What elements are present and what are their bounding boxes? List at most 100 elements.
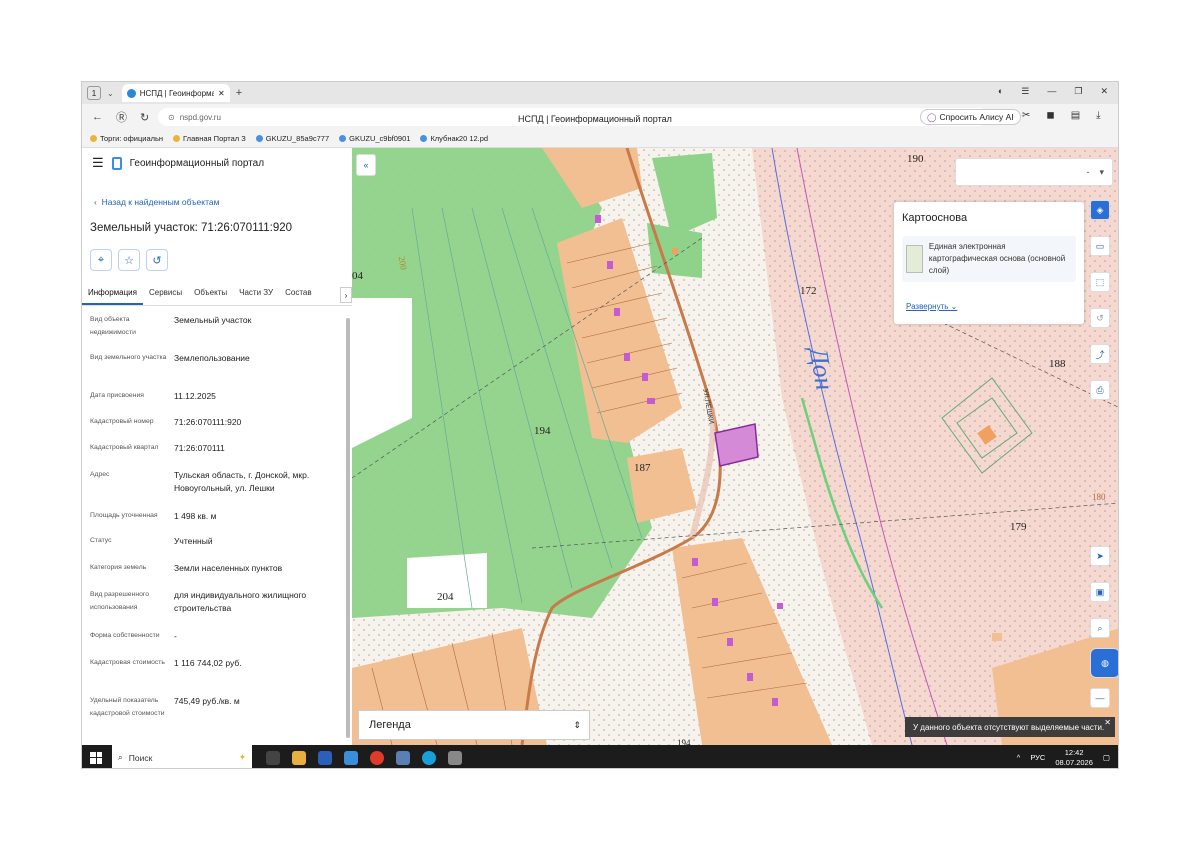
reload-icon[interactable]: ↻ <box>140 111 154 124</box>
clock[interactable]: 12:42 08.07.2026 <box>1055 748 1093 768</box>
back-to-results-link[interactable]: ‹ Назад к найденным объектам <box>94 197 219 207</box>
tab-information[interactable]: Информация <box>82 284 143 305</box>
notifications-icon[interactable]: ▢ <box>1103 753 1110 762</box>
bookmark-item[interactable]: GKUZU_c9bf0901 <box>339 134 410 143</box>
tab-objects[interactable]: Объекты <box>188 284 233 305</box>
file-explorer-icon[interactable] <box>292 750 306 765</box>
tab-services[interactable]: Сервисы <box>143 284 188 305</box>
parcel-number: 190 <box>907 153 924 165</box>
map-tool-button[interactable]: ◈ <box>1090 200 1110 220</box>
tab-parts[interactable]: Части ЗУ <box>233 284 279 305</box>
minimap-button[interactable]: ▣ <box>1090 582 1110 602</box>
ask-alice-button[interactable]: ◯ Спросить Алису AI <box>920 109 1021 125</box>
legend-dropdown[interactable]: Легенда ⇕ <box>358 710 590 740</box>
basemap-search-field[interactable]: - ▾ <box>955 158 1113 186</box>
extensions-icon[interactable]: ✂ <box>1022 110 1030 121</box>
task-view-icon[interactable] <box>266 750 280 765</box>
clear-icon[interactable]: - <box>1086 167 1089 177</box>
chevron-up-icon[interactable]: ^ <box>1017 753 1021 762</box>
chevron-down-icon[interactable]: ▾ <box>1099 167 1104 178</box>
navigation-icon: ➤ <box>1096 550 1104 561</box>
history-icon: ↺ <box>1096 312 1104 323</box>
new-tab-icon[interactable]: + <box>236 87 242 99</box>
edge-icon[interactable] <box>422 750 436 765</box>
menu-icon[interactable]: ☰ <box>1021 86 1029 97</box>
property-value: 71:26:070111 <box>174 443 225 453</box>
word-icon[interactable] <box>318 750 332 765</box>
reader-icon[interactable]: ▤ <box>1071 110 1080 121</box>
bookmark-item[interactable]: GKUZU_85a9c777 <box>255 134 329 143</box>
bookmark-icon <box>90 135 97 142</box>
expand-link[interactable]: Развернуть ⌄ <box>906 302 957 311</box>
language-indicator[interactable]: РУС <box>1030 753 1045 762</box>
geolocation-button[interactable]: ➤ <box>1090 546 1110 566</box>
property-value: 71:26:070111:920 <box>174 417 242 427</box>
assistant-button[interactable]: ◍ <box>1090 648 1118 678</box>
tab-counter[interactable]: 1 <box>87 86 101 100</box>
property-label: Кадастровый номер <box>90 418 154 425</box>
property-value: 745,49 руб./кв. м <box>174 696 240 706</box>
download-icon[interactable]: ⤓ <box>1096 110 1100 121</box>
property-row: Дата присвоения 11.12.2025 <box>90 390 340 403</box>
zoom-out-button[interactable]: — <box>1090 688 1110 708</box>
profile-icon[interactable]: ◐ <box>998 86 1003 97</box>
legend-label: Легенда <box>369 719 411 731</box>
restore-icon[interactable]: ❐ <box>1074 86 1082 97</box>
parcel-number: 180 <box>1092 492 1106 502</box>
parcel-number: 200 <box>396 255 409 271</box>
print-button[interactable]: ⎙ <box>1090 380 1110 400</box>
share-button[interactable]: ⤴ <box>1090 344 1110 364</box>
browser-window: 1 ⌄ НСПД | Геоинформаци ✕ + ◐ ☰ — ❐ ✕ ← … <box>81 81 1119 769</box>
history-button[interactable]: ↺ <box>146 249 168 271</box>
shield-icon[interactable]: ◼ <box>1046 110 1054 121</box>
property-row: Категория земель Земли населенных пунктов <box>90 562 340 575</box>
tab-title: НСПД | Геоинформаци <box>139 88 214 98</box>
windows-start-icon[interactable] <box>90 751 102 764</box>
locate-on-map-button[interactable]: ⌖ <box>90 249 112 271</box>
object-title: Земельный участок: 71:26:070111:920 <box>90 222 293 234</box>
bookmark-label: Клубнак20 12.pd <box>430 134 489 143</box>
search-map-button[interactable]: ⌕ <box>1090 618 1110 638</box>
bookmark-item[interactable]: Клубнак20 12.pd <box>420 134 488 143</box>
search-label: Поиск <box>128 752 153 763</box>
basemap-panel: Картооснова Единая электронная картограф… <box>894 202 1084 324</box>
calculator-icon[interactable] <box>396 750 410 765</box>
property-row: Вид объекта недвижимости Земельный участо… <box>90 314 340 339</box>
tabs-scroll-right-icon[interactable]: › <box>340 287 352 303</box>
tabs-chevron-icon[interactable]: ⌄ <box>107 89 114 98</box>
system-tray: ^ РУС 12:42 08.07.2026 ▢ <box>1017 748 1110 768</box>
favorite-button[interactable]: ☆ <box>118 249 140 271</box>
close-tab-icon[interactable]: ✕ <box>218 89 225 98</box>
minimize-icon[interactable]: — <box>1047 86 1056 97</box>
property-row: Кадастровый квартал 71:26:070111 <box>90 442 340 455</box>
back-icon[interactable]: ← <box>92 111 106 123</box>
measure-button[interactable]: ▭ <box>1090 236 1110 256</box>
minus-icon: — <box>1095 693 1105 703</box>
history-map-button[interactable]: ↺ <box>1090 308 1110 328</box>
ie-icon[interactable] <box>344 750 358 765</box>
taskbar-search[interactable]: ⌕ Поиск ✦ <box>112 745 252 768</box>
sidebar-scrollbar[interactable] <box>346 318 350 738</box>
yandex-browser-icon[interactable] <box>370 750 384 765</box>
close-window-icon[interactable]: ✕ <box>1100 86 1108 97</box>
collapse-sidebar-button[interactable]: « <box>356 154 376 176</box>
select-area-button[interactable]: ⬚ <box>1090 272 1110 292</box>
property-row: Адрес Тульская область, г. Донской, мкр. … <box>90 469 340 495</box>
property-label: Кадастровый квартал <box>90 444 159 451</box>
bookmark-icon <box>420 135 428 142</box>
property-value: для индивидуального жилищного строительс… <box>174 590 307 614</box>
cadastral-map[interactable]: 190 172 188 194 187 179 180 204 04 200 1… <box>352 148 1118 745</box>
property-row: Кадастровая стоимость 1 116 744,02 руб. <box>90 657 340 670</box>
tab-composition[interactable]: Состав <box>279 284 318 305</box>
bookmark-item[interactable]: Главная Портал З <box>173 134 246 143</box>
bookmark-item[interactable]: Торги: официальн <box>90 134 163 143</box>
hamburger-menu-icon[interactable]: ☰ <box>92 155 104 171</box>
object-sidebar: ☰ Геоинформационный портал ‹ Назад к най… <box>82 148 352 745</box>
property-value: Земельный участок <box>174 315 252 325</box>
close-icon[interactable]: ✕ <box>1104 718 1111 727</box>
basemap-layer-item[interactable]: Единая электронная картографическая осно… <box>902 236 1076 282</box>
url-field[interactable]: ⊙ nspd.gov.ru НСПД | Геоинформационный п… <box>158 108 988 126</box>
app-icon[interactable] <box>448 750 462 765</box>
browser-tab[interactable]: НСПД | Геоинформаци ✕ <box>121 84 230 102</box>
yandex-icon[interactable]: Ⓡ <box>116 109 130 125</box>
